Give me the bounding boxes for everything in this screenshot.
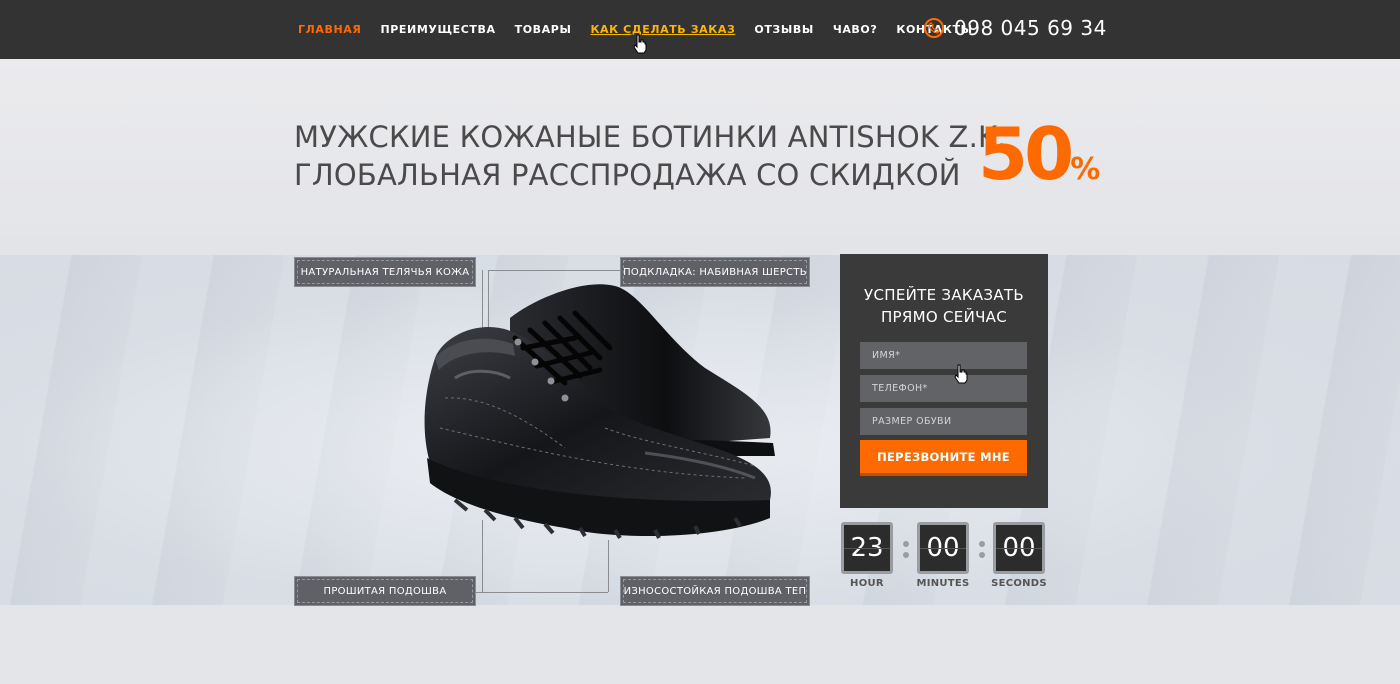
boot-product-image [424,284,775,540]
feature-tag-stitched-sole: ПРОШИТАЯ ПОДОШВА [294,576,476,606]
countdown-seconds-label: SECONDS [991,578,1047,589]
nav-item-products[interactable]: ТОВАРЫ [515,23,572,36]
countdown-minutes-label: MINUTES [916,578,970,589]
call-me-back-button[interactable]: ПЕРЕЗВОНИТЕ МНЕ [860,440,1027,476]
hand-cursor-icon [633,34,647,54]
countdown-seconds: 00 [993,522,1045,574]
shoe-size-input[interactable] [860,408,1027,435]
nav-item-faq[interactable]: ЧАВО? [833,23,878,36]
discount-badge: 50% [978,114,1100,194]
order-form-title-line-1: УСПЕЙТЕ ЗАКАЗАТЬ [864,286,1024,304]
headline-line-2: ГЛОБАЛЬНАЯ РАССПРОДАЖА СО СКИДКОЙ [294,158,961,192]
top-navbar: ГЛАВНАЯ ПРЕИМУЩЕСТВА ТОВАРЫ КАК СДЕЛАТЬ … [0,0,1400,59]
headline-line-1: МУЖСКИЕ КОЖАНЫЕ БОТИНКИ ANTISHOK Z.K. [294,120,1007,154]
countdown-separator [903,541,909,547]
header-phone[interactable]: 098 045 69 34 [924,16,1107,40]
phone-input[interactable] [860,375,1027,402]
nav-item-home[interactable]: ГЛАВНАЯ [298,23,361,36]
order-form-title: УСПЕЙТЕ ЗАКАЗАТЬ ПРЯМО СЕЙЧАС [840,284,1048,328]
hand-cursor-icon [954,364,968,384]
nav-item-reviews[interactable]: ОТЗЫВЫ [754,23,813,36]
countdown-hours-label: HOUR [850,578,884,589]
countdown-minutes: 00 [917,522,969,574]
discount-percent-sign: % [1070,152,1101,187]
connector-line [488,270,620,271]
connector-line [476,592,608,593]
order-form-title-line-2: ПРЯМО СЕЙЧАС [880,308,1008,326]
feature-tag-tep-sole: ИЗНОСОСТОЙКАЯ ПОДОШВА ТЕП [620,576,810,606]
countdown-separator [903,552,909,558]
discount-number: 50 [978,112,1074,196]
hero-headline: МУЖСКИЕ КОЖАНЫЕ БОТИНКИ ANTISHOK Z.K. ГЛ… [294,118,1007,194]
countdown-hours: 23 [841,522,893,574]
nav-item-how-to-order[interactable]: КАК СДЕЛАТЬ ЗАКАЗ [590,23,735,36]
phone-number[interactable]: 098 045 69 34 [954,16,1107,40]
phone-icon [924,18,944,38]
bottom-section [0,605,1400,684]
countdown-separator [979,541,985,547]
name-input[interactable] [860,342,1027,369]
countdown-separator [979,552,985,558]
nav-item-advantages[interactable]: ПРЕИМУЩЕСТВА [380,23,495,36]
